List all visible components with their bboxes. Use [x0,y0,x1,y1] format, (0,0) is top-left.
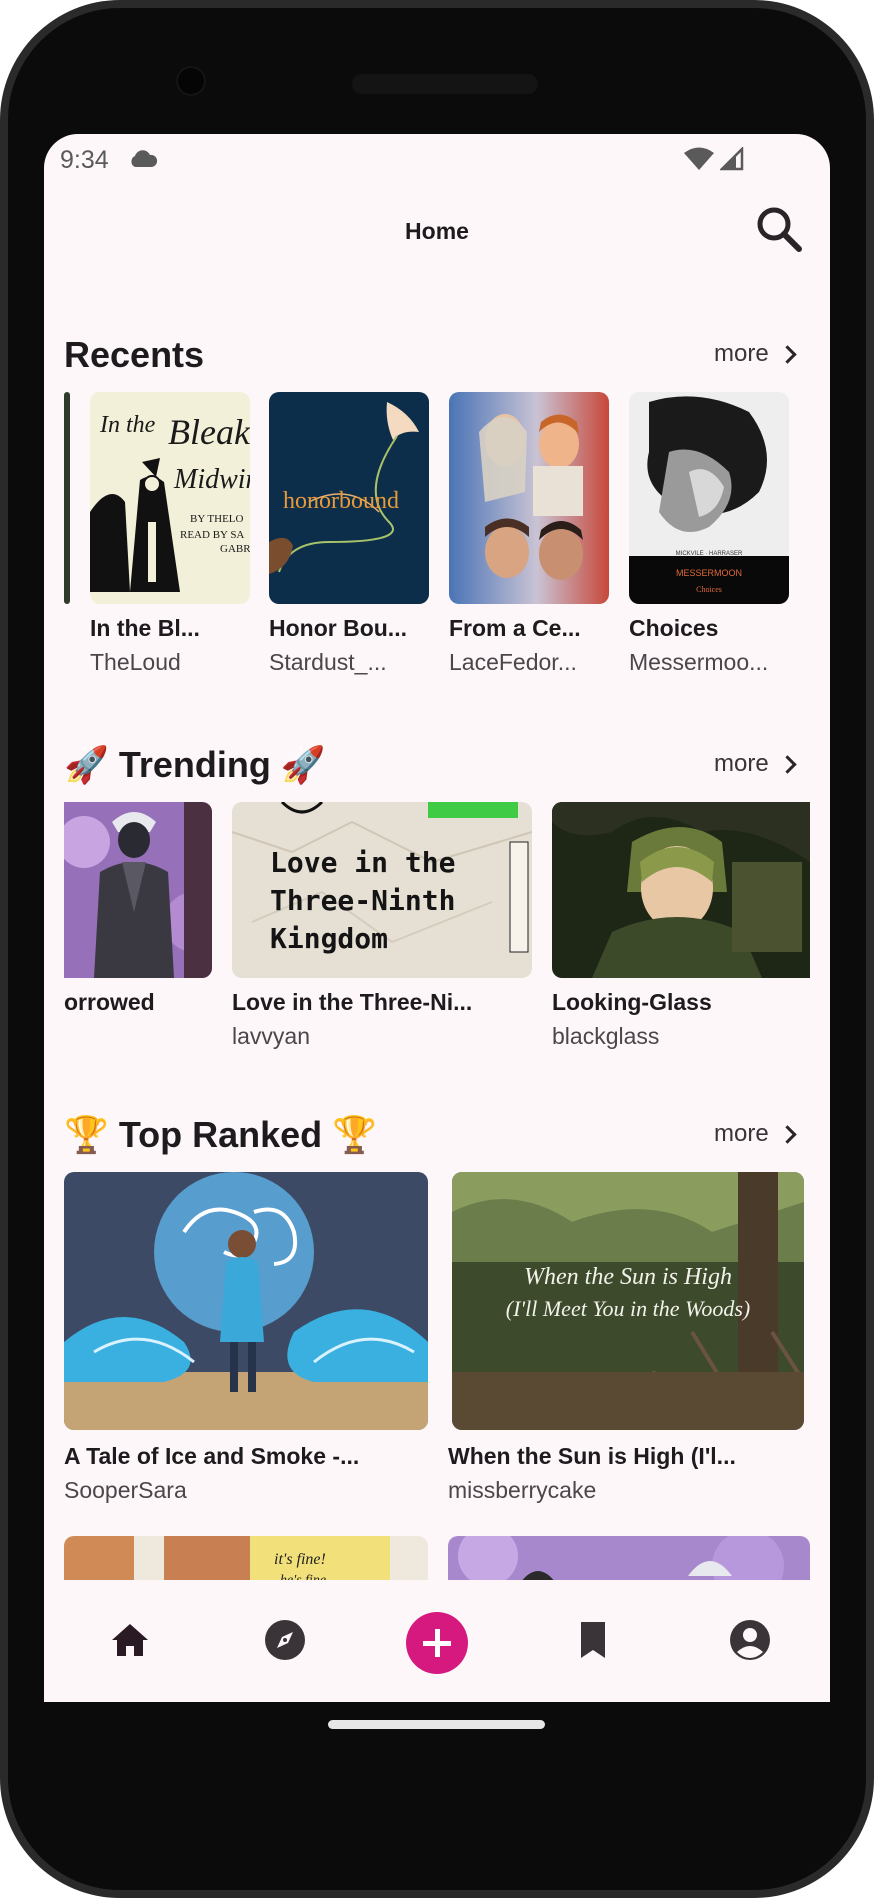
explore-icon[interactable] [257,1612,313,1668]
recent-cover-4[interactable]: MICKVILE · HARRASER MESSERMOON Choices [629,392,789,604]
recents-title: Recents [64,334,205,375]
recent-author-3[interactable]: LaceFedor... [449,649,614,676]
status-time: 9:34 [60,146,109,174]
home-indicator[interactable] [328,1720,545,1729]
account-icon[interactable] [722,1612,778,1668]
svg-text:Choices: Choices [696,585,722,594]
svg-text:Three-Ninth: Three-Ninth [270,884,455,917]
recent-cover-2[interactable]: honorbound [269,392,429,604]
recent-cover-1[interactable]: In the Bleak Midwint BY THELO READ BY SA… [90,392,250,604]
svg-text:(I'll Meet You in the Woods): (I'll Meet You in the Woods) [506,1296,750,1321]
more-label: more [714,340,769,367]
recent-author-2[interactable]: Stardust_... [269,649,434,676]
top-ranked-cover-2[interactable]: When the Sun is High (I'll Meet You in t… [452,1172,804,1430]
add-button[interactable] [406,1612,468,1674]
home-icon[interactable] [102,1612,158,1668]
svg-text:Kingdom: Kingdom [270,922,388,955]
recent-author-4[interactable]: Messermoo... [629,649,794,676]
trending-title-1[interactable]: orrowed [64,989,214,1016]
more-label: more [714,1120,769,1147]
plus-icon [423,1629,451,1657]
signal-icon [720,147,744,171]
trending-title-2[interactable]: Love in the Three-Ni... [232,989,532,1016]
recent-title-2[interactable]: Honor Bou... [269,615,434,642]
trending-title-3[interactable]: Looking-Glass [552,989,810,1016]
top-ranked-title-1[interactable]: A Tale of Ice and Smoke -... [64,1443,428,1470]
svg-text:Midwint: Midwint [173,464,250,495]
trending-title: 🚀 Trending 🚀 [64,744,326,785]
cloud-icon [131,150,158,167]
chevron-right-icon [777,1124,797,1144]
recent-title-4[interactable]: Choices [629,615,794,642]
top-ranked-more-link[interactable]: more [714,1120,797,1148]
recent-author-1[interactable]: TheLoud [90,649,250,676]
top-ranked-author-1[interactable]: SooperSara [64,1477,428,1504]
recent-title-1[interactable]: In the Bl... [90,615,250,642]
top-ranked-title: 🏆 Top Ranked 🏆 [64,1114,377,1155]
page-title: Home [405,218,469,244]
svg-text:READ BY SA: READ BY SA [180,529,244,541]
recent-cover-partial[interactable] [64,392,70,604]
trending-cover-3[interactable] [552,802,810,978]
svg-text:Love in the: Love in the [270,846,455,879]
front-camera [176,66,206,96]
trending-cover-2[interactable]: Love in the Three-Ninth Kingdom [232,802,532,978]
svg-text:MICKVILE · HARRASER: MICKVILE · HARRASER [676,551,743,557]
recent-cover-3[interactable] [449,392,609,604]
trending-author-2[interactable]: lavvyan [232,1023,532,1050]
app-screen: 9:34 Home Recents more In the Bleak Midw… [44,134,830,1702]
chevron-right-icon [777,344,797,364]
trending-cover-1[interactable] [64,802,212,978]
chevron-right-icon [777,754,797,774]
bottom-navigation [44,1580,830,1702]
svg-text:BY THELO: BY THELO [190,513,244,525]
trending-author-3[interactable]: blackglass [552,1023,810,1050]
top-ranked-title-2[interactable]: When the Sun is High (I'l... [448,1443,812,1470]
top-ranked-author-2[interactable]: missberrycake [448,1477,812,1504]
svg-text:honorbound: honorbound [283,488,399,514]
recents-more-link[interactable]: more [714,340,797,368]
svg-text:In the: In the [99,412,156,438]
trending-more-link[interactable]: more [714,750,797,778]
search-icon[interactable] [754,204,804,254]
cover-text: MESSERMOON [676,568,742,578]
svg-text:When the Sun is High: When the Sun is High [524,1264,732,1290]
svg-text:it's fine!: it's fine! [274,1551,326,1568]
svg-text:GABR: GABR [220,543,250,555]
more-label: more [714,750,769,777]
top-ranked-cover-1[interactable] [64,1172,428,1430]
wifi-icon [684,147,714,170]
recent-title-3[interactable]: From a Ce... [449,615,614,642]
earpiece-speaker [352,74,538,94]
bookmark-icon[interactable] [565,1612,621,1668]
svg-text:Bleak: Bleak [168,412,250,452]
